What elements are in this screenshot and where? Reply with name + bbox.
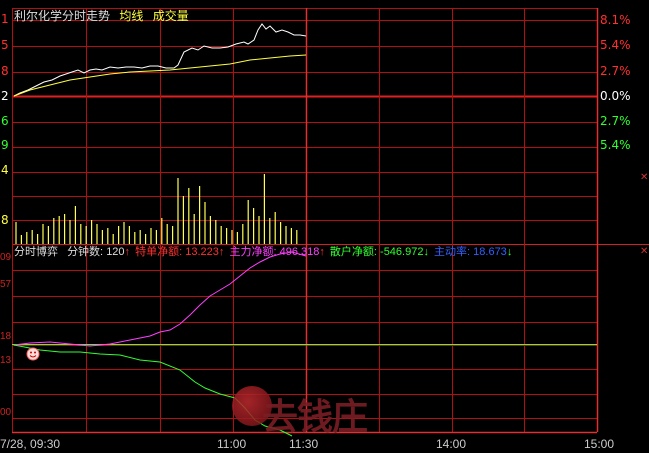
- right-pct-label: 0.0%: [600, 89, 631, 103]
- minutes-value: 120: [106, 246, 125, 258]
- time-axis-label: 7/28, 09:30: [0, 437, 61, 451]
- special-net-value: 13.223: [185, 246, 219, 258]
- left-price-label: 1: [1, 12, 9, 26]
- retail-net-label: 散户净额:: [329, 246, 377, 258]
- right-pct-label: 2.7%: [600, 114, 631, 128]
- left-price-label: 6: [1, 114, 9, 128]
- right-pct-label: 5.4%: [600, 38, 631, 52]
- left-volume-label: 8: [1, 213, 9, 227]
- up-arrow-icon: ↑: [218, 246, 225, 258]
- time-axis-label: 15:00: [584, 437, 615, 451]
- sub-left-label: 57: [0, 279, 12, 290]
- up-arrow-icon: ↑: [124, 246, 131, 258]
- smiley-eye: [34, 351, 36, 354]
- smiley-icon: [26, 347, 40, 361]
- down-arrow-icon: ↓: [423, 246, 429, 258]
- watermark-text: 去钱庄: [262, 397, 368, 438]
- main-net-label: 主力净额:: [229, 246, 277, 258]
- chart-canvas: [12, 8, 649, 437]
- close-x-icon[interactable]: ✕: [640, 246, 648, 257]
- volume-label: 成交量: [152, 9, 189, 23]
- time-axis-label: 14:00: [436, 437, 467, 451]
- left-price-label: 2: [1, 89, 9, 103]
- minutes-label: 分钟数:: [67, 246, 104, 258]
- sub-left-label: 18: [0, 331, 12, 342]
- chart-header: 利尔化学分时走势 均线 成交量: [14, 7, 189, 24]
- retail-net-value: -546.972: [380, 246, 424, 258]
- left-price-label: 9: [1, 138, 9, 152]
- down-arrow-icon: ↓: [506, 246, 513, 258]
- special-net-label: 特单净额:: [135, 246, 183, 258]
- time-axis-label: 11:00: [217, 437, 247, 451]
- left-price-label: 5: [1, 38, 9, 52]
- right-pct-label: 5.4%: [600, 138, 631, 152]
- main-net-value: 496.318: [279, 246, 320, 258]
- sub-chart-header: 分时博弈 分钟数: 120↑ 特单净额: 13.223↑ 主力净额: 496.3…: [14, 243, 512, 259]
- active-rate-label: 主动率:: [434, 246, 471, 258]
- up-arrow-icon: ↑: [319, 246, 325, 258]
- close-x-icon[interactable]: ✕: [640, 172, 648, 183]
- sub-left-label: 13: [0, 355, 12, 366]
- right-pct-label: 8.1%: [600, 13, 631, 27]
- smiley-eye: [30, 351, 32, 354]
- sub-chart-title: 分时博弈: [14, 246, 58, 258]
- sub-left-label: 00: [0, 407, 12, 418]
- active-rate-value: 18.673: [473, 246, 507, 258]
- avg-line-label: 均线: [119, 9, 144, 23]
- chart-title: 利尔化学分时走势: [14, 9, 111, 23]
- left-volume-label: 4: [1, 163, 9, 177]
- sub-left-label: 09: [0, 252, 12, 263]
- right-pct-label: 2.7%: [600, 64, 631, 78]
- left-price-label: 8: [1, 64, 9, 78]
